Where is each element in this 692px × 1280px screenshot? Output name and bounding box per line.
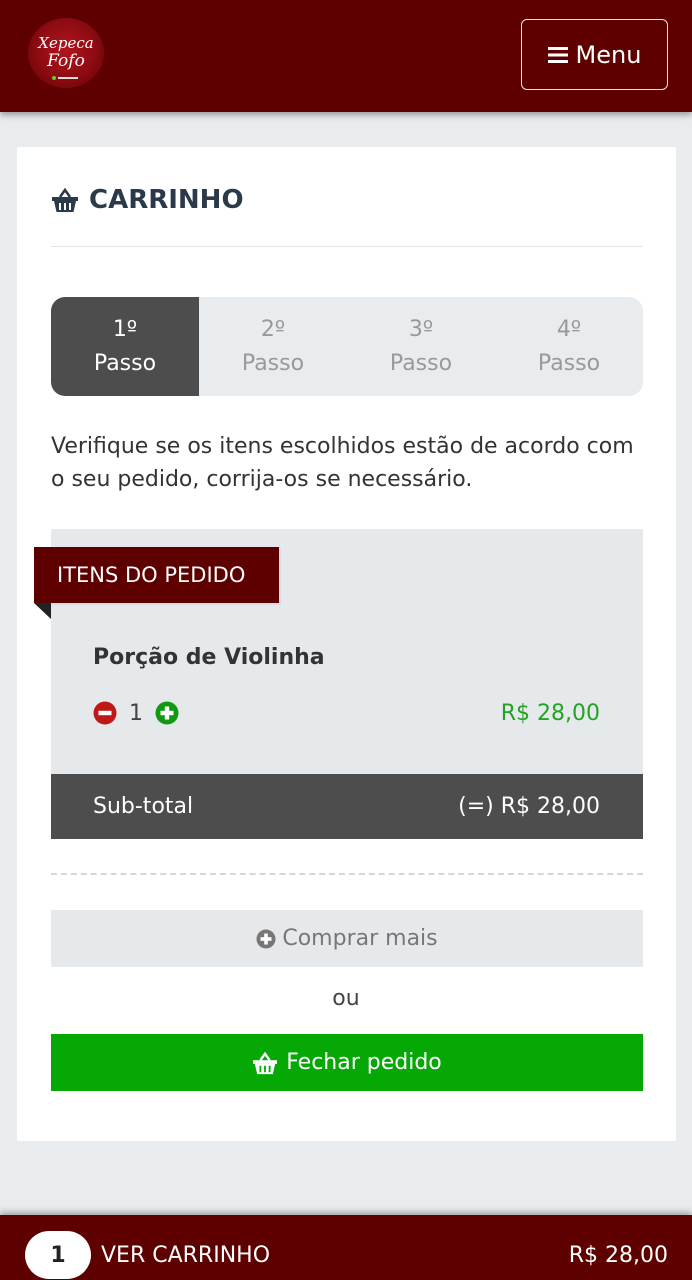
plus-circle-icon xyxy=(256,929,276,948)
basket-icon xyxy=(253,1051,278,1074)
cart-title: CARRINHO xyxy=(89,185,244,215)
step-label: Passo xyxy=(93,350,157,376)
step-1[interactable]: 1º Passo xyxy=(51,297,199,396)
logo-graphic: Xepeca Fofo xyxy=(37,34,94,80)
menu-icon xyxy=(547,46,568,63)
item-price: R$ 28,00 xyxy=(500,700,600,726)
title-divider xyxy=(51,246,643,247)
buy-more-label: Comprar mais xyxy=(282,926,438,951)
subtotal-row: Sub-total (=) R$ 28,00 xyxy=(51,774,643,839)
step-label: Passo xyxy=(241,350,305,376)
svg-text:Fofo: Fofo xyxy=(46,51,85,71)
cart-heading: CARRINHO xyxy=(51,180,244,220)
item-quantity: 1 xyxy=(129,700,143,726)
basket-icon xyxy=(52,187,78,212)
view-cart-label[interactable]: VER CARRINHO xyxy=(101,1237,270,1273)
step-label: Passo xyxy=(537,350,601,376)
buy-more-button[interactable]: Comprar mais xyxy=(51,910,643,967)
cart-total: R$ 28,00 xyxy=(568,1242,668,1268)
menu-button[interactable]: Menu xyxy=(521,19,668,90)
step-number: 4º xyxy=(556,316,582,342)
ribbon-fold xyxy=(34,603,51,619)
step-label: Passo xyxy=(389,350,453,376)
minus-circle-icon[interactable] xyxy=(93,701,117,725)
step-number: 2º xyxy=(260,316,286,342)
close-order-label: Fechar pedido xyxy=(286,1050,442,1075)
subtotal-label: Sub-total xyxy=(93,794,194,819)
menu-label: Menu xyxy=(575,40,642,69)
items-ribbon: ITENS DO PEDIDO xyxy=(34,547,279,603)
plus-circle-icon[interactable] xyxy=(155,701,179,725)
step-4[interactable]: 4º Passo xyxy=(495,297,643,396)
top-navbar: Xepeca Fofo Menu xyxy=(0,0,692,112)
close-order-button[interactable]: Fechar pedido xyxy=(51,1034,643,1091)
bottom-cart-bar[interactable]: 1 VER CARRINHO R$ 28,00 xyxy=(0,1215,692,1280)
brand-logo[interactable]: Xepeca Fofo xyxy=(28,18,104,88)
svg-text:Xepeca: Xepeca xyxy=(37,34,93,52)
cart-count-badge: 1 xyxy=(25,1231,91,1279)
item-name: Porção de Violinha xyxy=(93,645,325,670)
step-number: 3º xyxy=(408,316,434,342)
or-separator: ou xyxy=(332,986,360,1011)
quantity-stepper: 1 xyxy=(93,698,179,728)
dashed-divider xyxy=(51,873,643,875)
step-number: 1º xyxy=(112,316,138,342)
checkout-steps: 1º Passo 2º Passo 3º Passo 4º Passo xyxy=(51,297,643,396)
items-ribbon-label: ITENS DO PEDIDO xyxy=(57,563,246,587)
step-2[interactable]: 2º Passo xyxy=(199,297,347,396)
subtotal-value: (=) R$ 28,00 xyxy=(458,794,600,819)
step-3[interactable]: 3º Passo xyxy=(347,297,495,396)
instructions-text: Verifique se os itens escolhidos estão d… xyxy=(51,434,634,492)
